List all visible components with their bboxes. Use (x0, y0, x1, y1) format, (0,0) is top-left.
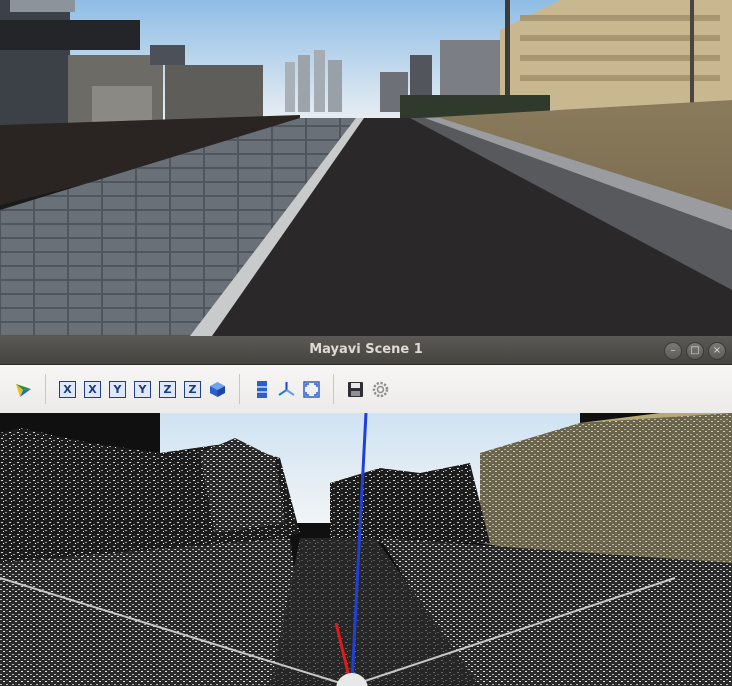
view-x-positive-icon: X (59, 380, 76, 398)
close-button[interactable]: × (708, 342, 726, 360)
full-screen-icon[interactable] (302, 380, 321, 399)
point-cloud-render (0, 413, 732, 686)
save-icon[interactable] (346, 380, 365, 399)
view-z-positive-icon: Z (159, 380, 176, 398)
view-y-positive-icon: Y (109, 380, 126, 398)
view-x-negative-icon: X (84, 380, 101, 398)
mayavi-window: Mayavi Scene 1 – □ × X X Y Y Z Z (0, 336, 732, 686)
toolbar-separator (333, 374, 334, 404)
isometric-view-icon[interactable] (208, 380, 227, 399)
view-y-negative-button[interactable]: Y (133, 380, 152, 399)
mayavi-logo-icon[interactable] (14, 380, 33, 399)
view-y-negative-icon: Y (134, 380, 151, 398)
view-y-positive-button[interactable]: Y (108, 380, 127, 399)
view-x-negative-button[interactable]: X (83, 380, 102, 399)
toolbar-separator (45, 374, 46, 404)
minimize-button[interactable]: – (664, 342, 682, 360)
camera-image (0, 0, 732, 336)
window-controls: – □ × (664, 342, 726, 360)
maximize-button[interactable]: □ (686, 342, 704, 360)
street-photo (0, 0, 732, 336)
3d-scene-viewport[interactable] (0, 413, 732, 686)
parallel-projection-icon[interactable] (252, 380, 271, 399)
toolbar-separator (239, 374, 240, 404)
view-x-positive-button[interactable]: X (58, 380, 77, 399)
title-bar[interactable]: Mayavi Scene 1 – □ × (0, 336, 732, 365)
window-title: Mayavi Scene 1 (309, 342, 423, 357)
show-axes-icon[interactable] (277, 380, 296, 399)
view-z-negative-button[interactable]: Z (183, 380, 202, 399)
toolbar: X X Y Y Z Z (0, 365, 732, 414)
view-z-positive-button[interactable]: Z (158, 380, 177, 399)
settings-icon[interactable] (371, 380, 390, 399)
view-z-negative-icon: Z (184, 380, 201, 398)
